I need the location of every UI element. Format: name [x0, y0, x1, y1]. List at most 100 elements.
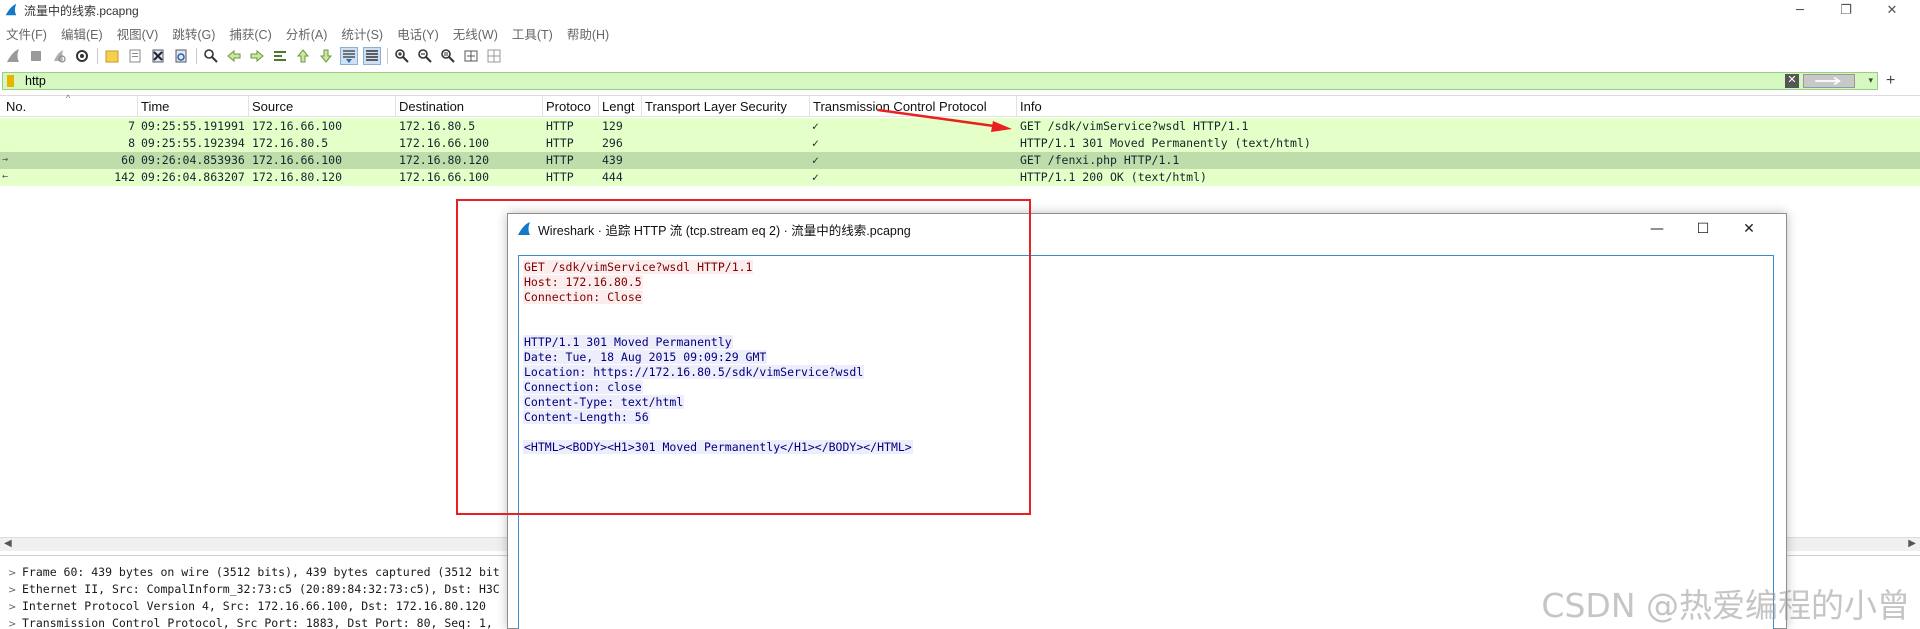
- menu-tools[interactable]: 工具(T): [512, 24, 553, 43]
- packet-row-selected[interactable]: → 60 09:26:04.853936 172.16.66.100 172.1…: [0, 152, 1920, 169]
- close-file-button[interactable]: [149, 47, 167, 65]
- colorize-button[interactable]: [363, 47, 381, 65]
- find-packet-button[interactable]: [202, 47, 220, 65]
- column-info[interactable]: Info: [1020, 99, 1120, 114]
- capture-options-button[interactable]: [73, 47, 91, 65]
- menu-file[interactable]: 文件(F): [6, 24, 47, 43]
- packet-destination: 172.16.80.5: [399, 119, 476, 133]
- detail-text: Frame 60: 439 bytes on wire (3512 bits),…: [22, 565, 500, 579]
- menu-capture[interactable]: 捕获(C): [229, 24, 271, 43]
- column-time[interactable]: Time: [141, 99, 246, 114]
- main-toolbar: [0, 45, 1920, 67]
- reload-file-button[interactable]: [172, 47, 190, 65]
- go-back-button[interactable]: [225, 47, 243, 65]
- packet-info: GET /sdk/vimService?wsdl HTTP/1.1: [1020, 119, 1249, 133]
- menu-wireless[interactable]: 无线(W): [453, 24, 498, 43]
- grid-icon: [487, 49, 501, 63]
- packet-length: 439: [602, 153, 623, 167]
- menu-edit[interactable]: 编辑(E): [61, 24, 103, 43]
- stream-line-server: Connection: close: [523, 380, 643, 394]
- column-no[interactable]: No.: [6, 99, 136, 114]
- go-to-packet-button[interactable]: [271, 47, 289, 65]
- go-forward-button[interactable]: [248, 47, 266, 65]
- menu-view[interactable]: 视图(V): [117, 24, 159, 43]
- column-divider[interactable]: [395, 96, 396, 117]
- dialog-title: Wireshark · 追踪 HTTP 流 (tcp.stream eq 2) …: [538, 223, 911, 238]
- last-packet-button[interactable]: [317, 47, 335, 65]
- column-divider[interactable]: [542, 96, 543, 117]
- column-divider[interactable]: [137, 96, 138, 117]
- layout-button[interactable]: [485, 47, 503, 65]
- zoom-in-button[interactable]: [393, 47, 411, 65]
- column-destination[interactable]: Destination: [399, 99, 539, 114]
- packet-row[interactable]: ← 142 09:26:04.863207 172.16.80.120 172.…: [0, 169, 1920, 186]
- clear-filter-button[interactable]: ✕: [1785, 74, 1799, 88]
- column-length[interactable]: Lengt: [602, 99, 642, 114]
- column-tls[interactable]: Transport Layer Security: [645, 99, 810, 114]
- normal-size-button[interactable]: [439, 47, 457, 65]
- restore-button[interactable]: ❐: [1826, 0, 1866, 20]
- minimize-button[interactable]: ─: [1780, 0, 1820, 20]
- arrow-right-icon: [250, 49, 264, 63]
- dialog-minimize-button[interactable]: —: [1634, 214, 1680, 244]
- column-divider[interactable]: [598, 96, 599, 117]
- detail-ip[interactable]: > Internet Protocol Version 4, Src: 172.1…: [8, 599, 486, 616]
- packet-row[interactable]: 8 09:25:55.192394 172.16.80.5 172.16.66.…: [0, 135, 1920, 152]
- packet-time: 09:25:55.192394: [141, 136, 245, 150]
- dialog-maximize-button[interactable]: ☐: [1680, 214, 1726, 244]
- expand-arrow-icon[interactable]: >: [8, 602, 22, 613]
- expand-arrow-icon[interactable]: >: [8, 619, 22, 629]
- column-divider[interactable]: [641, 96, 642, 117]
- menu-telephony[interactable]: 电话(Y): [397, 24, 439, 43]
- resize-columns-button[interactable]: [462, 47, 480, 65]
- expand-arrow-icon[interactable]: >: [8, 568, 22, 579]
- menu-analyze[interactable]: 分析(A): [286, 24, 328, 43]
- apply-filter-button[interactable]: [1803, 74, 1855, 88]
- packet-source: 172.16.80.5: [252, 136, 329, 150]
- wireshark-fin-icon: [5, 3, 17, 16]
- menu-go[interactable]: 跳转(G): [172, 24, 215, 43]
- stream-line-client: Host: 172.16.80.5: [523, 275, 643, 289]
- scroll-left-icon[interactable]: ◀: [4, 538, 12, 549]
- stop-capture-button[interactable]: [27, 47, 45, 65]
- dialog-close-button[interactable]: ✕: [1726, 214, 1772, 244]
- open-file-button[interactable]: [103, 47, 121, 65]
- column-source[interactable]: Source: [252, 99, 392, 114]
- stream-content[interactable]: GET /sdk/vimService?wsdl HTTP/1.1 Host: …: [518, 255, 1774, 629]
- start-capture-button[interactable]: [4, 47, 22, 65]
- bookmark-icon[interactable]: [7, 75, 14, 87]
- detail-frame[interactable]: > Frame 60: 439 bytes on wire (3512 bits)…: [8, 565, 500, 582]
- packet-row[interactable]: 7 09:25:55.191991 172.16.66.100 172.16.8…: [0, 118, 1920, 135]
- menu-help[interactable]: 帮助(H): [567, 24, 609, 43]
- display-filter-bar[interactable]: http ✕ ▾: [2, 72, 1878, 90]
- auto-scroll-button[interactable]: [340, 47, 358, 65]
- column-divider[interactable]: [1016, 96, 1017, 117]
- close-button[interactable]: ✕: [1872, 0, 1912, 20]
- toolbar-separator: [387, 48, 388, 64]
- zoom-in-icon: [395, 49, 409, 63]
- restart-icon: [54, 50, 66, 63]
- packet-tcp-check: ✓: [812, 170, 819, 184]
- packet-no: 60: [121, 153, 135, 167]
- restart-capture-button[interactable]: [50, 47, 68, 65]
- packet-time: 09:26:04.863207: [141, 170, 245, 184]
- packet-protocol: HTTP: [546, 153, 574, 167]
- packet-source: 172.16.66.100: [252, 119, 343, 133]
- zoom-out-button[interactable]: [416, 47, 434, 65]
- display-filter-input[interactable]: http: [25, 74, 46, 88]
- column-tcp[interactable]: Transmission Control Protocol: [813, 99, 1013, 114]
- column-protocol[interactable]: Protoco: [546, 99, 598, 114]
- filter-history-dropdown[interactable]: ▾: [1868, 75, 1873, 86]
- scroll-right-icon[interactable]: ▶: [1908, 538, 1916, 549]
- first-packet-button[interactable]: [294, 47, 312, 65]
- menu-statistics[interactable]: 统计(S): [341, 24, 383, 43]
- shark-fin-icon: [7, 49, 19, 62]
- column-divider[interactable]: [809, 96, 810, 117]
- expand-arrow-icon[interactable]: >: [8, 585, 22, 596]
- arrow-down-icon: [319, 49, 333, 63]
- detail-tcp[interactable]: > Transmission Control Protocol, Src Port…: [8, 616, 493, 629]
- add-filter-button[interactable]: +: [1886, 72, 1895, 90]
- column-divider[interactable]: [248, 96, 249, 117]
- save-file-button[interactable]: [126, 47, 144, 65]
- detail-ethernet[interactable]: > Ethernet II, Src: CompalInform_32:73:c5…: [8, 582, 500, 599]
